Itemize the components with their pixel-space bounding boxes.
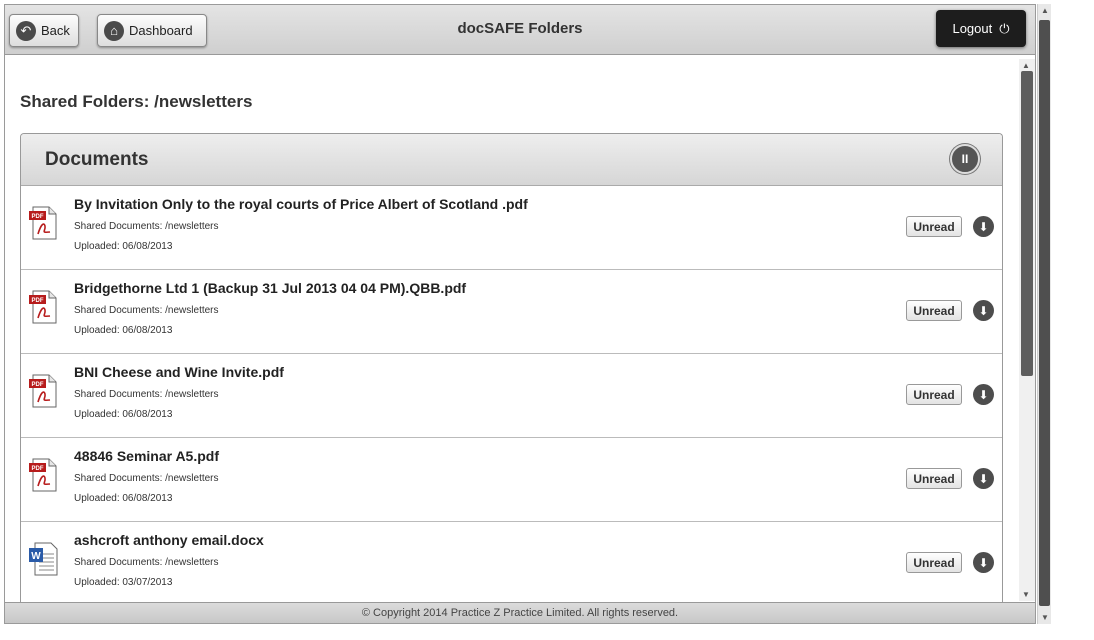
document-row[interactable]: PDF Bridgethorne Ltd 1 (Backup 31 Jul 20…	[21, 270, 1002, 354]
word-file-icon: W	[29, 542, 59, 576]
unread-status-button[interactable]: Unread	[906, 468, 962, 489]
unread-status-button[interactable]: Unread	[906, 384, 962, 405]
window-scroll-up-arrow-icon[interactable]: ▲	[1041, 6, 1049, 15]
pause-icon[interactable]: II	[950, 144, 980, 174]
window-scrollbar-thumb[interactable]	[1039, 20, 1050, 606]
documents-panel: Documents II PDF By Invitation Only to t…	[20, 133, 1003, 603]
download-icon[interactable]: ⬇	[973, 384, 994, 405]
pdf-file-icon: PDF	[29, 458, 59, 492]
svg-text:W: W	[31, 551, 41, 562]
app-title: docSAFE Folders	[457, 20, 583, 37]
panel-title: Documents	[45, 149, 149, 170]
content-scrollbar[interactable]: ▲ ▼	[1019, 59, 1035, 601]
svg-text:PDF: PDF	[32, 214, 44, 220]
download-icon[interactable]: ⬇	[973, 216, 994, 237]
window-scrollbar[interactable]: ▲ ▼	[1037, 4, 1051, 624]
panel-header: Documents II	[21, 134, 1002, 186]
svg-text:PDF: PDF	[32, 298, 44, 304]
document-folder: Shared Documents: /newsletters	[74, 221, 219, 232]
pdf-file-icon: PDF	[29, 374, 59, 408]
document-row[interactable]: PDF By Invitation Only to the royal cour…	[21, 186, 1002, 270]
pdf-file-icon: PDF	[29, 290, 59, 324]
logout-button[interactable]: Logout ⏻	[936, 10, 1026, 47]
document-row[interactable]: PDF 48846 Seminar A5.pdf Shared Document…	[21, 438, 1002, 522]
document-name[interactable]: 48846 Seminar A5.pdf	[74, 448, 219, 464]
power-icon: ⏻	[999, 20, 1010, 36]
svg-text:PDF: PDF	[32, 466, 44, 472]
document-upload-date: Uploaded: 06/08/2013	[74, 241, 173, 252]
document-row[interactable]: PDF BNI Cheese and Wine Invite.pdf Share…	[21, 354, 1002, 438]
scroll-up-arrow-icon[interactable]: ▲	[1022, 61, 1030, 70]
document-upload-date: Uploaded: 06/08/2013	[74, 325, 173, 336]
app-window: ↶ Back ⌂ Dashboard docSAFE Folders Logou…	[4, 4, 1036, 624]
document-name[interactable]: BNI Cheese and Wine Invite.pdf	[74, 364, 284, 380]
pdf-file-icon: PDF	[29, 206, 59, 240]
download-icon[interactable]: ⬇	[973, 300, 994, 321]
scroll-down-arrow-icon[interactable]: ▼	[1022, 590, 1030, 599]
header-bar: ↶ Back ⌂ Dashboard docSAFE Folders Logou…	[5, 5, 1035, 55]
window-scroll-down-arrow-icon[interactable]: ▼	[1041, 613, 1049, 622]
document-row[interactable]: W ashcroft anthony email.docx Shared Doc…	[21, 522, 1002, 603]
document-folder: Shared Documents: /newsletters	[74, 557, 219, 568]
document-list: PDF By Invitation Only to the royal cour…	[21, 186, 1002, 603]
download-icon[interactable]: ⬇	[973, 468, 994, 489]
svg-text:PDF: PDF	[32, 382, 44, 388]
document-name[interactable]: By Invitation Only to the royal courts o…	[74, 196, 528, 212]
copyright-text: © Copyright 2014 Practice Z Practice Lim…	[361, 607, 679, 619]
unread-status-button[interactable]: Unread	[906, 216, 962, 237]
logout-label: Logout	[952, 21, 993, 36]
document-upload-date: Uploaded: 03/07/2013	[74, 577, 173, 588]
footer: © Copyright 2014 Practice Z Practice Lim…	[5, 602, 1035, 623]
document-folder: Shared Documents: /newsletters	[74, 389, 219, 400]
page-title: Shared Folders: /newsletters	[20, 92, 253, 111]
document-name[interactable]: Bridgethorne Ltd 1 (Backup 31 Jul 2013 0…	[74, 280, 466, 296]
unread-status-button[interactable]: Unread	[906, 300, 962, 321]
document-name[interactable]: ashcroft anthony email.docx	[74, 532, 264, 548]
download-icon[interactable]: ⬇	[973, 552, 994, 573]
document-upload-date: Uploaded: 06/08/2013	[74, 493, 173, 504]
document-folder: Shared Documents: /newsletters	[74, 473, 219, 484]
unread-status-button[interactable]: Unread	[906, 552, 962, 573]
document-folder: Shared Documents: /newsletters	[74, 305, 219, 316]
document-upload-date: Uploaded: 06/08/2013	[74, 409, 173, 420]
scrollbar-thumb[interactable]	[1021, 71, 1033, 376]
